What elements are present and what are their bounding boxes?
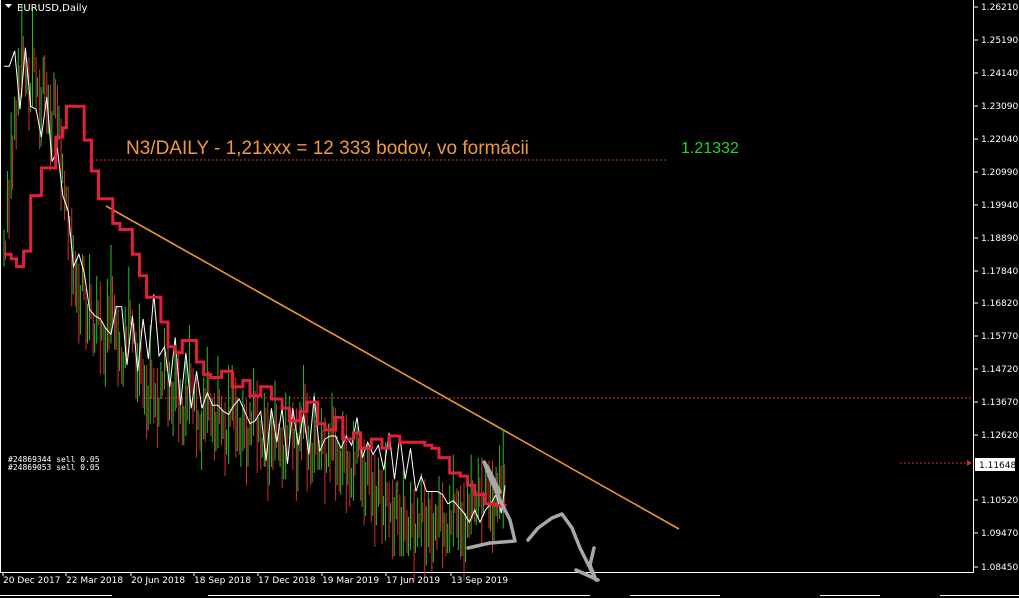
y-tick-label: 1.09470 (981, 529, 1018, 539)
y-tick-label: 1.20990 (981, 168, 1018, 178)
y-tick-label: 1.25190 (981, 36, 1018, 46)
x-tick-label: 17 Jun 2019 (386, 576, 440, 586)
x-tick-label: 17 Dec 2018 (258, 576, 316, 586)
y-tick-label: 1.13670 (981, 398, 1018, 408)
current-price-marker[interactable]: 1.11648 (975, 458, 1016, 471)
x-tick-label: 13 Sep 2019 (451, 576, 508, 586)
y-tick-label: 1.08450 (981, 563, 1018, 573)
chart-title: EURUSD,Daily (5, 3, 88, 14)
y-tick-label: 1.24140 (981, 69, 1018, 79)
y-tick-label: 1.12620 (981, 431, 1018, 441)
x-tick-label: 20 Jun 2018 (131, 576, 185, 586)
annotation-text: N3/DAILY - 1,21xxx = 12 333 bodov, vo fo… (126, 138, 529, 159)
y-tick-label: 1.15770 (981, 332, 1018, 342)
x-tick-label: 20 Dec 2017 (3, 576, 61, 586)
y-tick-label: 1.23090 (981, 102, 1018, 112)
target-level-label: 1.21332 (681, 140, 739, 157)
x-tick-label: 19 Mar 2019 (322, 576, 379, 586)
order-label: #24869053 sell 0.05 (8, 463, 100, 472)
price-chart[interactable]: 1.26210 1.25190 1.24140 1.23090 1.22040 1.209… (0, 0, 1019, 598)
order-labels: #24869344 sell 0.05 #24869053 sell 0.05 (8, 455, 100, 472)
symbol-title: EURUSD,Daily (17, 3, 88, 14)
y-tick-label: 1.18890 (981, 234, 1018, 244)
chart-background (0, 0, 1019, 598)
y-tick-label: 1.26210 (981, 3, 1018, 13)
y-tick-label: 1.14720 (981, 365, 1018, 375)
y-tick-label: 1.22040 (981, 135, 1018, 145)
y-tick-label: 1.19940 (981, 201, 1018, 211)
x-tick-label: 18 Sep 2018 (194, 576, 251, 586)
y-tick-label: 1.17840 (981, 267, 1018, 277)
y-tick-label: 1.16820 (981, 299, 1018, 309)
x-tick-label: 22 Mar 2018 (66, 576, 123, 586)
current-price-label: 1.11648 (979, 461, 1016, 471)
y-tick-label: 1.10520 (981, 496, 1018, 506)
